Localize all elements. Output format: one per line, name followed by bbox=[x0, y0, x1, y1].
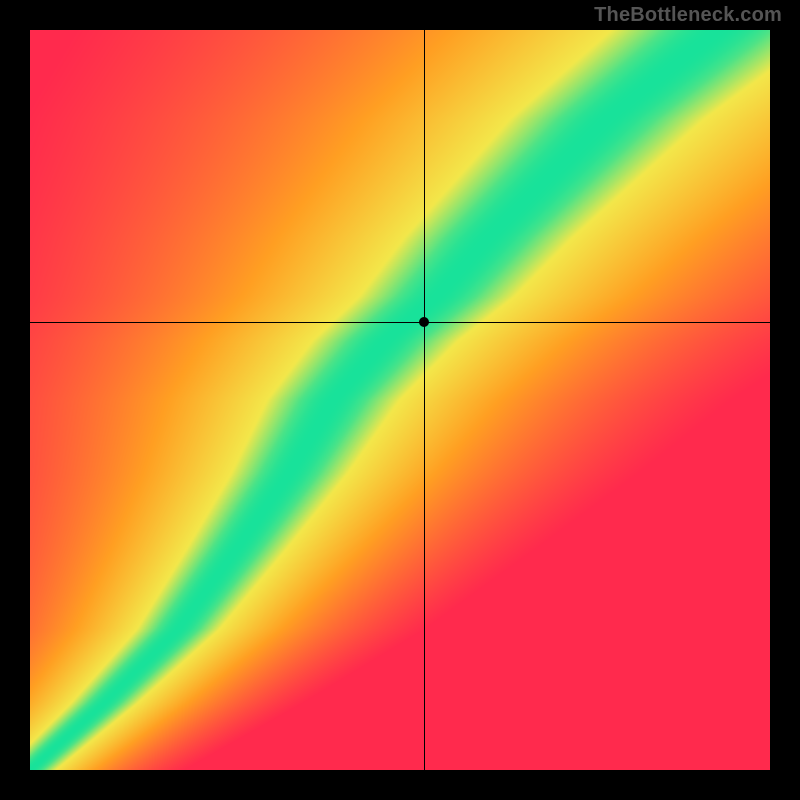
plot-area bbox=[30, 30, 770, 770]
crosshair-vertical bbox=[424, 30, 425, 770]
heatmap-canvas bbox=[30, 30, 770, 770]
watermark-text: TheBottleneck.com bbox=[594, 4, 782, 27]
chart-frame: TheBottleneck.com bbox=[0, 0, 800, 800]
crosshair-horizontal bbox=[30, 322, 770, 323]
